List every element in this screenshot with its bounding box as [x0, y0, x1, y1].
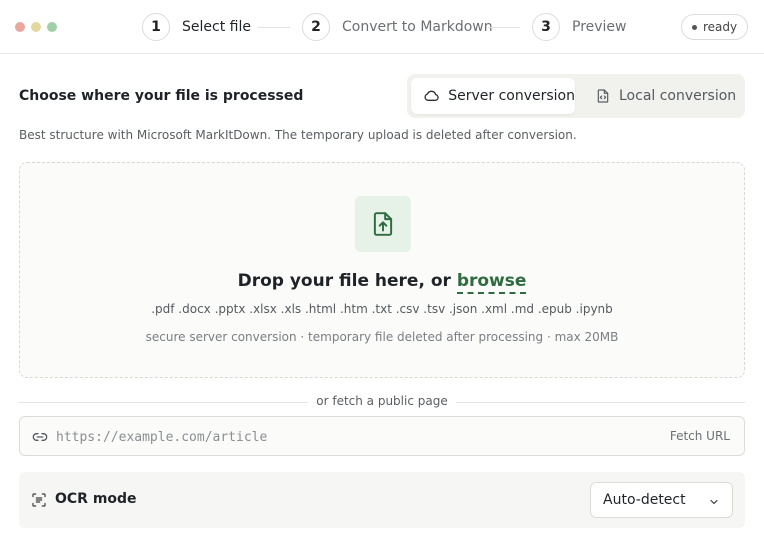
server-conversion-label: Server conversion: [448, 88, 575, 104]
drop-headline: Drop your file here, or browse: [20, 271, 744, 294]
step-3-label: Preview: [572, 19, 627, 35]
processing-description: Best structure with Microsoft MarkItDown…: [19, 128, 577, 142]
step-3-number: 3: [532, 13, 560, 41]
step-connector: [488, 27, 520, 28]
chevron-down-icon: [710, 499, 718, 505]
window-minimize-dot[interactable]: [31, 22, 41, 32]
fetch-divider-label-wrap: or fetch a public page: [0, 394, 764, 408]
file-dropzone[interactable]: Drop your file here, or browse .pdf .doc…: [19, 162, 745, 378]
cloud-icon: [424, 90, 439, 101]
file-code-icon: [597, 89, 609, 103]
fetch-url-button[interactable]: Fetch URL: [670, 429, 730, 443]
file-upload-icon: [373, 212, 393, 236]
status-label: ready: [702, 20, 738, 34]
window-close-dot[interactable]: [15, 22, 25, 32]
window-maximize-dot[interactable]: [47, 22, 57, 32]
top-bar: 1 Select file 2 Convert to Markdown 3 Pr…: [0, 0, 764, 54]
step-2-label: Convert to Markdown: [342, 19, 493, 35]
server-conversion-button[interactable]: Server conversion: [411, 78, 575, 114]
browse-link[interactable]: browse: [456, 271, 527, 294]
ocr-mode-selected-value: Auto-detect: [603, 492, 686, 508]
step-connector: [258, 27, 290, 28]
url-fetch-box: Fetch URL: [19, 416, 745, 456]
conversion-mode-toggle: Server conversion Local conversion: [407, 74, 745, 118]
ocr-scan-icon: [32, 493, 46, 507]
status-badge: ready: [681, 14, 748, 40]
upload-tile: [355, 196, 411, 252]
supported-formats: .pdf .docx .pptx .xlsx .xls .html .htm .…: [151, 302, 613, 316]
dropzone-note: secure server conversion · temporary fil…: [145, 330, 619, 344]
fetch-divider-label: or fetch a public page: [308, 394, 456, 408]
url-input[interactable]: [56, 426, 616, 448]
step-1-number: 1: [142, 13, 170, 41]
local-conversion-button[interactable]: Local conversion: [587, 78, 741, 114]
ocr-mode-select[interactable]: Auto-detect: [590, 482, 733, 518]
drop-headline-text: Drop your file here, or: [237, 271, 457, 291]
step-2-number: 2: [302, 13, 330, 41]
step-1-label: Select file: [182, 19, 251, 35]
ocr-mode-row: OCR mode Auto-detect: [19, 472, 745, 528]
link-icon: [32, 433, 48, 441]
local-conversion-label: Local conversion: [619, 88, 737, 104]
ocr-mode-label: OCR mode: [55, 491, 137, 507]
processing-title: Choose where your file is processed: [19, 88, 304, 104]
status-dot-icon: [691, 24, 697, 30]
